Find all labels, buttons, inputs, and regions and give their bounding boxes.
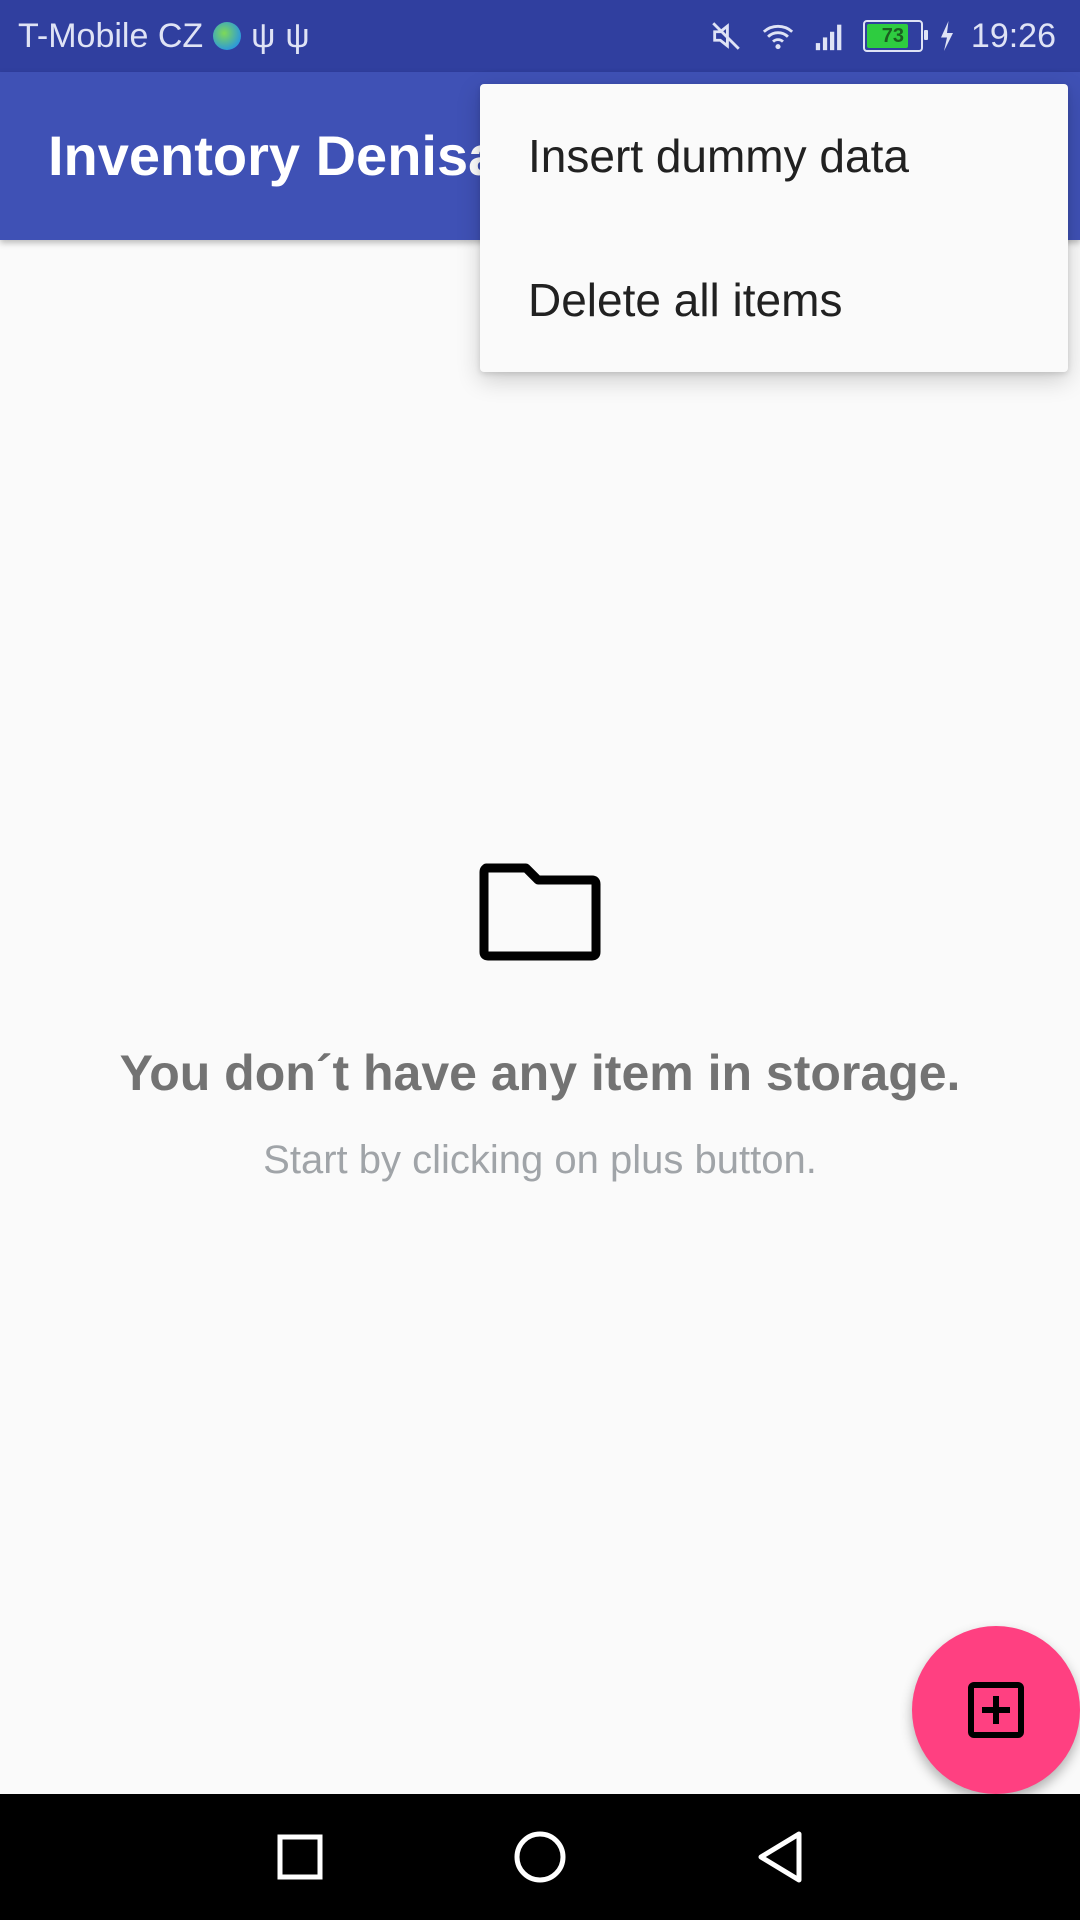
recents-button[interactable]	[240, 1794, 360, 1920]
add-item-button[interactable]	[912, 1626, 1080, 1794]
overflow-menu: Insert dummy data Delete all items	[480, 84, 1068, 372]
recents-icon	[277, 1834, 323, 1880]
carrier-name: T-Mobile CZ	[18, 16, 204, 55]
empty-subtitle: Start by clicking on plus button.	[263, 1138, 817, 1182]
navigation-bar	[0, 1794, 1080, 1920]
folder-icon	[479, 863, 601, 961]
usb-icon: ψ	[251, 16, 276, 55]
battery-icon: 73	[862, 20, 928, 52]
menu-item-delete-all-items[interactable]: Delete all items	[480, 228, 1068, 372]
charging-icon	[940, 21, 953, 51]
home-button[interactable]	[480, 1794, 600, 1920]
status-left: T-Mobile CZ ψ ψ	[18, 0, 310, 72]
globe-icon	[213, 22, 242, 50]
back-button[interactable]	[720, 1794, 840, 1920]
empty-title: You don´t have any item in storage.	[119, 1045, 961, 1101]
empty-state: You don´t have any item in storage. Star…	[0, 860, 1080, 1183]
app-title: Inventory Denisa	[48, 124, 500, 187]
status-bar: T-Mobile CZ ψ ψ 73 19:26	[0, 0, 1080, 72]
wifi-icon	[762, 24, 794, 50]
mute-icon	[712, 22, 740, 50]
add-box-icon	[968, 1682, 1024, 1738]
clock: 19:26	[970, 16, 1056, 55]
back-icon	[758, 1831, 802, 1883]
battery-level: 73	[881, 24, 905, 47]
status-right: 73 19:26	[709, 0, 1056, 72]
usb-icon: ψ	[285, 16, 310, 55]
menu-item-insert-dummy-data[interactable]: Insert dummy data	[480, 84, 1068, 228]
signal-icon	[815, 24, 842, 51]
home-icon	[514, 1831, 566, 1883]
